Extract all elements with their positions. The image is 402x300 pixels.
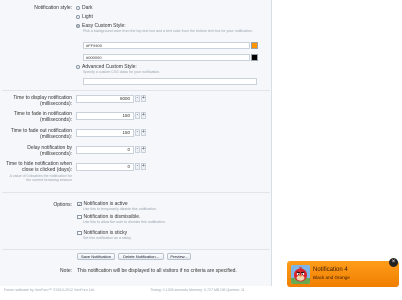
angry-bird-icon xyxy=(291,265,310,284)
text-color-input[interactable]: #000000 xyxy=(83,54,250,61)
active-hint: Use this to temporarily disable this not… xyxy=(83,207,157,211)
footer-copyright[interactable]: Forum software by XenForo™ ©2010-2012 Xe… xyxy=(4,288,95,292)
delay-time-decrement[interactable]: - xyxy=(135,146,140,153)
style-radio-advanced-custom[interactable] xyxy=(76,65,80,69)
fadein-time-decrement[interactable]: - xyxy=(135,112,140,119)
fadeout-time-input[interactable]: 150 xyxy=(76,129,134,137)
options-label: Options: xyxy=(53,202,72,208)
style-option-light[interactable]: Light xyxy=(76,14,93,20)
save-notification-button[interactable]: Save Notification xyxy=(77,253,115,260)
preview-button[interactable]: Preview... xyxy=(167,253,191,260)
footer-debug-info: Timing: 0.1305 seconds Memory: 9.727 MB … xyxy=(150,288,245,292)
style-radio-easy-custom[interactable] xyxy=(76,24,80,28)
background-color-input[interactable]: #FF9400 xyxy=(83,42,250,49)
style-radio-light[interactable] xyxy=(76,15,80,19)
background-color-swatch[interactable] xyxy=(251,42,258,49)
note-label: Note: xyxy=(60,268,72,274)
section-divider xyxy=(2,90,270,91)
display-time-input[interactable]: 6000 xyxy=(76,95,134,103)
toast-title: Notification 4 xyxy=(313,267,348,273)
hide-time-input[interactable]: 0 xyxy=(76,163,134,171)
hide-time-label: Time to hide notification when close is … xyxy=(6,161,72,173)
display-time-label: Time to display notification (millisecon… xyxy=(13,95,72,107)
text-color-swatch[interactable] xyxy=(251,54,258,61)
sticky-checkbox[interactable] xyxy=(77,230,82,236)
notification-toast[interactable]: Notification 4 Black and Orange xyxy=(287,261,399,287)
fadein-time-label: Time to fade in notification (millisecon… xyxy=(13,111,72,123)
advanced-custom-hint: Specify a custom CSS class for your noti… xyxy=(83,70,161,74)
section-divider xyxy=(2,249,270,250)
style-option-light-label: Light xyxy=(82,14,93,20)
toast-close-button[interactable]: × xyxy=(389,258,398,267)
note-text: This notification will be displayed to a… xyxy=(77,268,237,274)
delay-time-increment[interactable]: + xyxy=(141,146,146,153)
hide-time-hint: A value of 0 disables the notification f… xyxy=(9,174,72,183)
active-checkbox[interactable]: ✓ xyxy=(77,201,82,207)
advanced-css-class-input[interactable] xyxy=(83,78,257,85)
fadeout-time-increment[interactable]: + xyxy=(141,129,146,136)
easy-custom-hint: Pick a background color from the top tex… xyxy=(83,29,253,33)
display-time-increment[interactable]: + xyxy=(141,95,146,102)
fadein-time-increment[interactable]: + xyxy=(141,112,146,119)
delay-time-input[interactable]: 0 xyxy=(76,146,134,154)
style-radio-dark[interactable] xyxy=(76,6,80,10)
fadeout-time-label: Time to fade out notification (milliseco… xyxy=(10,128,72,140)
hide-time-decrement[interactable]: - xyxy=(135,163,140,170)
delay-time-label: Delay notification by (milliseconds): xyxy=(27,145,72,157)
hide-time-increment[interactable]: + xyxy=(141,163,146,170)
notification-style-label: Notification style: xyxy=(34,5,72,11)
fadein-time-input[interactable]: 150 xyxy=(76,112,134,120)
dismissible-hint: Use this to allow the user to dismiss th… xyxy=(83,220,166,224)
sticky-hint: Set this notification as a sticky. xyxy=(83,236,132,240)
options-panel: Notification style: Dark Light Easy Cust… xyxy=(0,0,272,286)
display-time-decrement[interactable]: - xyxy=(135,95,140,102)
fadeout-time-decrement[interactable]: - xyxy=(135,129,140,136)
section-divider xyxy=(2,192,270,193)
delete-notification-button[interactable]: Delete Notification... xyxy=(118,253,164,260)
toast-body: Black and Orange xyxy=(313,275,350,280)
style-option-dark[interactable]: Dark xyxy=(76,5,93,11)
dismissible-checkbox[interactable] xyxy=(77,214,82,220)
style-option-dark-label: Dark xyxy=(82,5,93,11)
